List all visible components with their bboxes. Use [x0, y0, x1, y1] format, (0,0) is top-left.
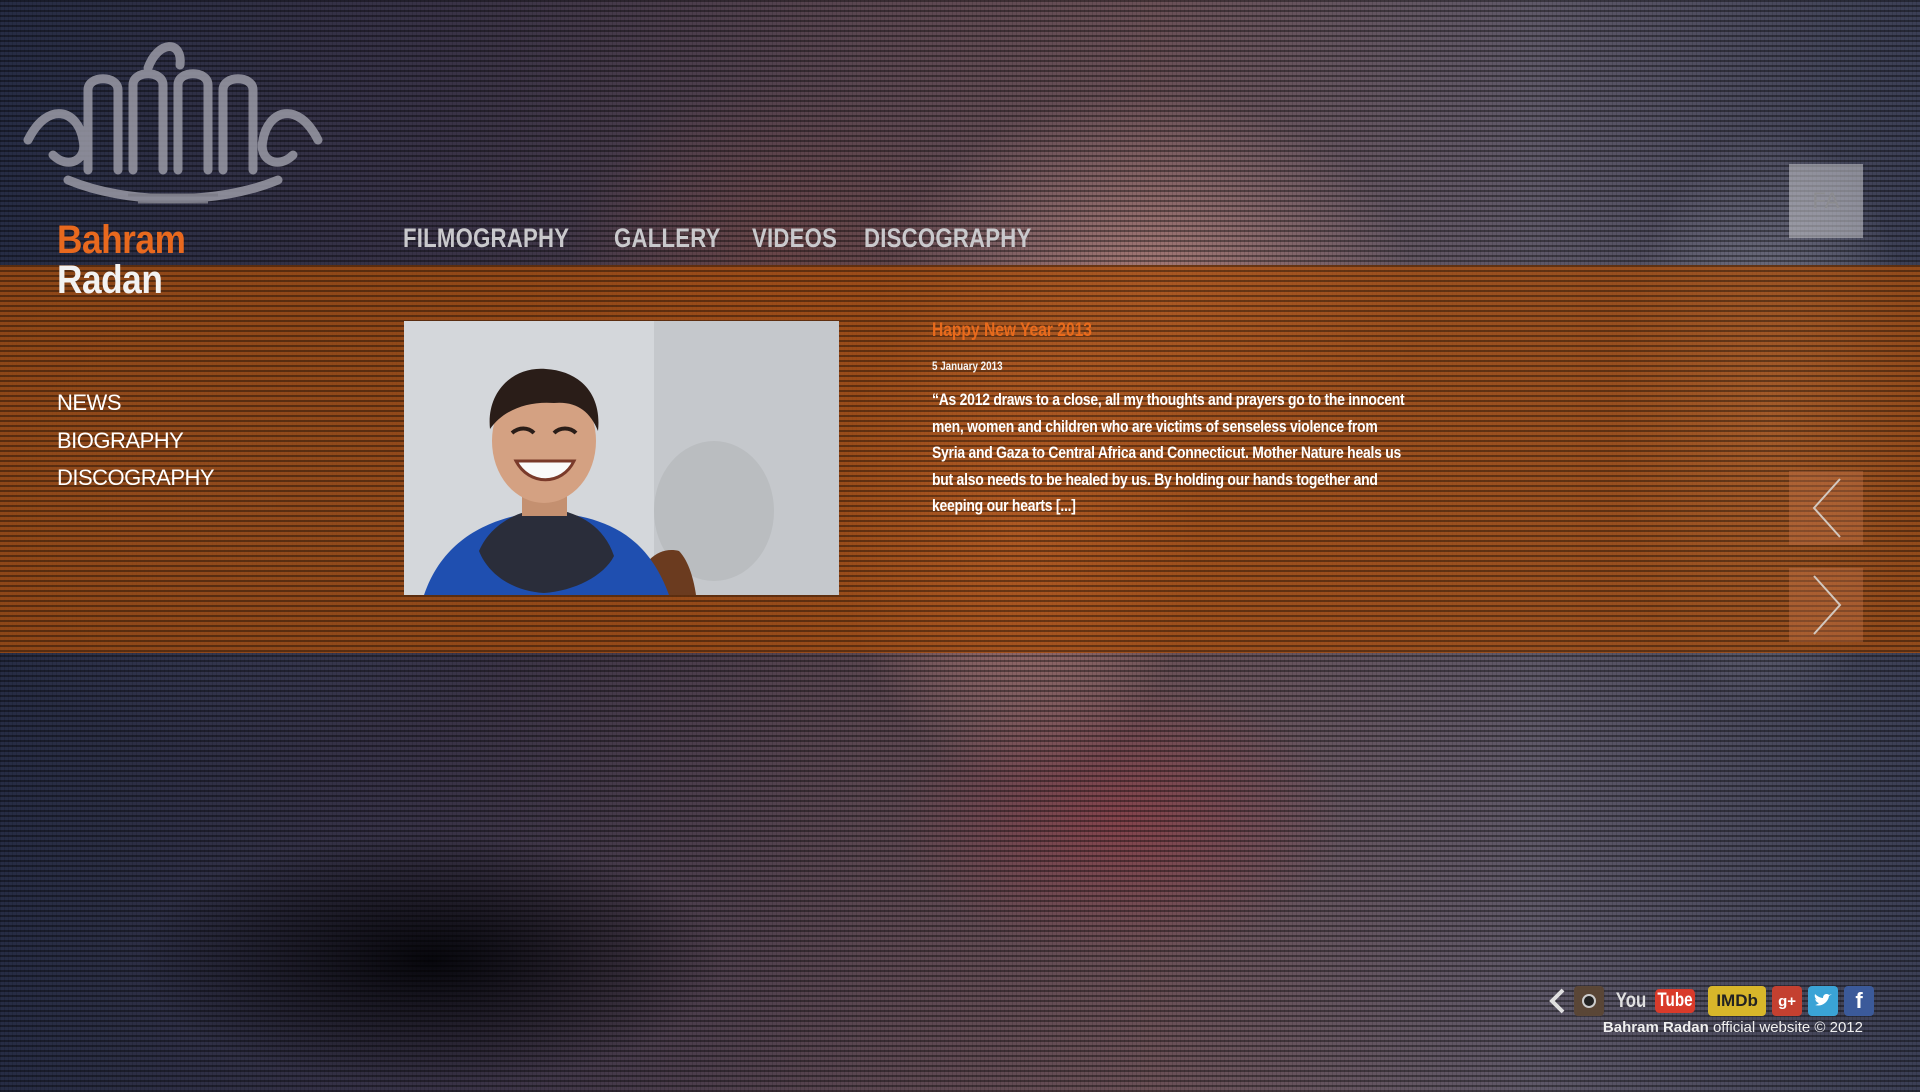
- top-nav-filmography[interactable]: FILMOGRAPHY: [403, 223, 569, 254]
- twitter-icon[interactable]: [1808, 986, 1839, 1016]
- footer-copyright: Bahram Radan official website © 2012: [1603, 1019, 1863, 1036]
- side-nav: NEWS BIOGRAPHY DISCOGRAPHY: [57, 384, 215, 497]
- side-nav-discography[interactable]: DISCOGRAPHY: [57, 459, 215, 497]
- footer-suffix: official website © 2012: [1708, 1019, 1863, 1036]
- news-photo[interactable]: [404, 321, 839, 595]
- youtube-icon[interactable]: You Tube: [1610, 986, 1702, 1016]
- previous-arrow-button[interactable]: [1789, 471, 1863, 545]
- facebook-icon[interactable]: f: [1844, 986, 1875, 1016]
- news-title[interactable]: Happy New Year 2013: [932, 320, 1092, 342]
- side-nav-biography[interactable]: BIOGRAPHY: [57, 422, 214, 460]
- social-links: You Tube IMDb g+ f: [1546, 986, 1875, 1016]
- site-name-last[interactable]: Radan: [57, 258, 163, 303]
- google-plus-icon[interactable]: g+: [1772, 986, 1803, 1016]
- portrait-illustration: [404, 321, 839, 595]
- imdb-icon[interactable]: IMDb: [1708, 986, 1767, 1016]
- language-button[interactable]: FA: [1789, 164, 1863, 238]
- calligraphy-logo[interactable]: [8, 30, 338, 210]
- next-arrow-button[interactable]: [1789, 568, 1863, 642]
- instagram-icon[interactable]: [1574, 986, 1604, 1016]
- top-nav-gallery[interactable]: GALLERY: [614, 223, 721, 254]
- top-nav: FILMOGRAPHY GALLERY VIDEOS DISCOGRAPHY: [403, 223, 1046, 254]
- chevron-right-icon: [1813, 575, 1842, 635]
- news-excerpt: “As 2012 draws to a close, all my though…: [932, 390, 1405, 515]
- side-nav-news[interactable]: NEWS: [57, 384, 214, 422]
- footer-name: Bahram Radan: [1602, 1019, 1709, 1036]
- news-date: 5 January 2013: [932, 359, 1003, 373]
- chevron-left-icon[interactable]: [1546, 986, 1568, 1016]
- top-nav-videos[interactable]: VIDEOS: [752, 223, 837, 254]
- top-nav-discography[interactable]: DISCOGRAPHY: [864, 223, 1032, 254]
- site-name-first[interactable]: Bahram: [57, 218, 186, 263]
- chevron-left-icon: [1812, 478, 1841, 538]
